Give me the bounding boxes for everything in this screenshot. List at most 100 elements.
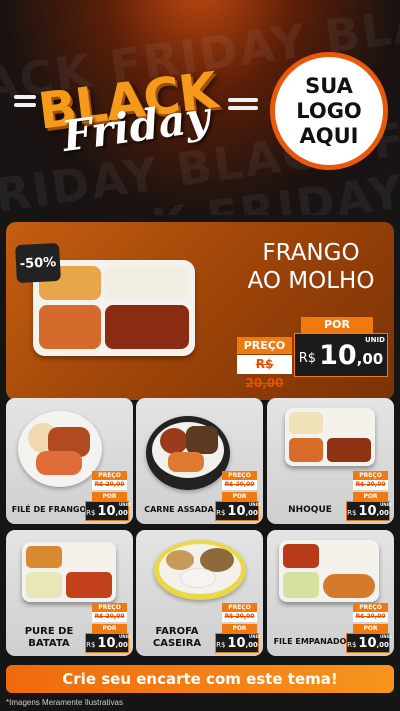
price-integer: 10 [227, 503, 246, 519]
por-label: POR [222, 624, 257, 633]
food-detail [323, 574, 375, 598]
logo-line: SUA [305, 73, 353, 98]
preco-label: PREÇO [92, 471, 127, 480]
food-detail [283, 544, 319, 568]
price-cents: ,00 [245, 640, 258, 649]
currency: R$ [86, 640, 96, 649]
preco-label: PREÇO [353, 603, 388, 612]
product-name: PURE DE BATATA [24, 626, 74, 649]
old-price: R$ 20,00 [92, 480, 127, 490]
old-price: R$ 20,00 [237, 355, 292, 390]
unit-label: UNID [380, 502, 392, 507]
food-detail [66, 572, 112, 598]
food-detail [327, 412, 371, 434]
price-integer: 10 [358, 503, 377, 519]
price-cents: ,00 [115, 640, 128, 649]
preco-label: PREÇO [92, 603, 127, 612]
content-area: -50% FRANGO AO MOLHO PREÇO R$ 20,00 POR … [0, 215, 400, 711]
product-card[interactable]: PURE DE BATATA PREÇO R$ 20,00 POR R$ 10 … [6, 530, 133, 656]
food-image [18, 411, 102, 487]
food-detail [323, 544, 375, 570]
price-integer: 10 [358, 635, 377, 651]
food-detail [168, 452, 204, 472]
old-price: R$ 20,00 [353, 612, 388, 622]
price-cents: ,00 [356, 350, 384, 368]
header-banner: ACK FRIDAY BLACK FRIDAY BLACK FR K FRIDA… [0, 0, 400, 215]
old-price: R$ 20,00 [222, 480, 257, 490]
food-detail [66, 546, 112, 568]
product-name: FILÉ DE FRANGO [11, 505, 87, 514]
discount-badge: -50% [15, 242, 61, 284]
food-detail [166, 550, 194, 570]
currency: R$ [216, 640, 226, 649]
por-label: POR [353, 492, 388, 501]
food-detail [26, 572, 62, 598]
decor-stripe [228, 106, 258, 110]
unit-label: UNID [119, 634, 131, 639]
rice-mix-compartment [39, 305, 101, 349]
old-price: R$ 20,00 [222, 612, 257, 622]
por-label: POR [92, 624, 127, 633]
price-cents: ,00 [376, 640, 389, 649]
food-detail [186, 426, 218, 454]
food-detail [289, 412, 323, 434]
food-detail [289, 438, 323, 462]
currency: R$ [86, 508, 96, 517]
preco-label: PREÇO [222, 471, 257, 480]
product-card[interactable]: CARNE ASSADA PREÇO R$ 20,00 POR R$ 10 ,0… [136, 398, 263, 524]
product-name: FAROFA CASEIRA [152, 626, 202, 649]
price-integer: 10 [97, 635, 116, 651]
product-card[interactable]: FILÉ DE FRANGO PREÇO R$ 20,00 POR R$ 10 … [6, 398, 133, 524]
old-price: R$ 20,00 [353, 480, 388, 490]
product-name: CARNE ASSADA [144, 505, 214, 514]
decor-stripe [228, 98, 258, 102]
food-detail [26, 546, 62, 568]
cta-banner[interactable]: Crie seu encarte com este tema! [6, 665, 394, 693]
disclaimer-text: *Imagens Meramente Ilustrativas [6, 698, 123, 707]
food-image [285, 408, 375, 466]
preco-label: PREÇO [353, 471, 388, 480]
por-label: POR [92, 492, 127, 501]
chicken-compartment [105, 305, 189, 349]
price-integer: 10 [97, 503, 116, 519]
currency: R$ [216, 508, 226, 517]
hero-title-line: FRANGO [262, 240, 360, 266]
food-image [22, 542, 116, 602]
featured-product[interactable]: -50% FRANGO AO MOLHO PREÇO R$ 20,00 POR … [6, 222, 394, 400]
product-card[interactable]: FILE EMPANADO PREÇO R$ 20,00 POR R$ 10 ,… [267, 530, 394, 656]
decor-stripe [14, 95, 36, 99]
price-cents: ,00 [376, 508, 389, 517]
currency: R$ [347, 508, 357, 517]
price-cents: ,00 [245, 508, 258, 517]
por-label: POR [301, 317, 373, 333]
price-cents: ,00 [115, 508, 128, 517]
unit-label: UNID [380, 634, 392, 639]
food-detail [36, 451, 82, 475]
price-integer: 10 [227, 635, 246, 651]
logo-line: AQUI [299, 123, 359, 148]
unit-label: UNID [365, 336, 385, 344]
hero-title-line: AO MOLHO [247, 268, 375, 294]
logo-placeholder: SUA LOGO AQUI [270, 52, 388, 170]
unit-label: UNID [249, 502, 261, 507]
decor-stripe [14, 103, 36, 107]
por-label: POR [353, 624, 388, 633]
preco-label: PREÇO [237, 337, 292, 354]
por-label: POR [222, 492, 257, 501]
logo-line: LOGO [296, 98, 362, 123]
product-card[interactable]: FAROFA CASEIRA PREÇO R$ 20,00 POR R$ 10 … [136, 530, 263, 656]
food-image [279, 540, 379, 602]
currency: R$ [347, 640, 357, 649]
food-detail [160, 428, 188, 454]
food-detail [327, 438, 371, 462]
rice-compartment [105, 266, 189, 300]
food-image [154, 540, 246, 600]
product-card[interactable]: NHOQUE PREÇO R$ 20,00 POR R$ 10 ,00 UNID [267, 398, 394, 524]
unit-label: UNID [249, 634, 261, 639]
food-detail [283, 572, 319, 598]
preco-label: PREÇO [222, 603, 257, 612]
product-name: NHOQUE [288, 505, 332, 515]
price-integer: 10 [319, 339, 357, 371]
unit-label: UNID [119, 502, 131, 507]
old-price: R$ 20,00 [92, 612, 127, 622]
